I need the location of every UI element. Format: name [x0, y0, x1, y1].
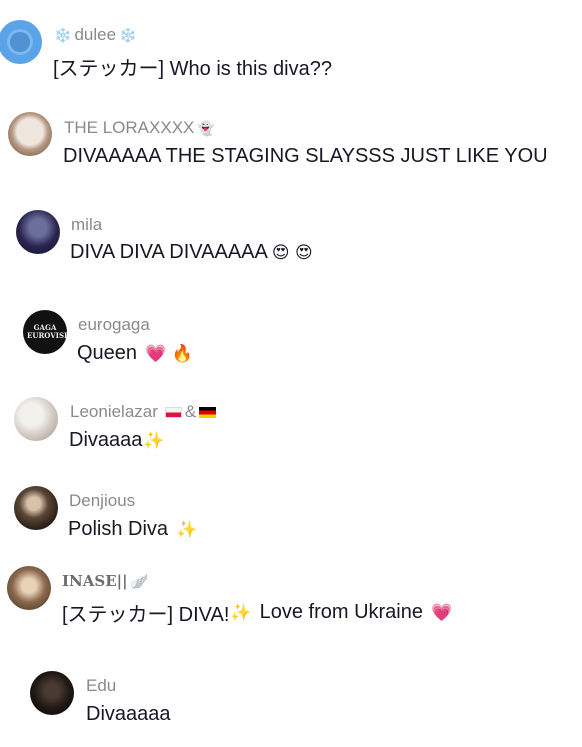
comment-text: DIVA DIVA DIVAAAAA 😍 😍	[70, 241, 313, 264]
default-avatar-icon	[7, 29, 33, 55]
poland-flag-icon	[164, 406, 182, 418]
comment-text: [ステッカー] Who is this diva??	[53, 52, 332, 81]
avatar[interactable]: GAGA EUROVISION	[23, 310, 67, 354]
comment-username[interactable]: Edu	[86, 676, 116, 696]
username-label: eurogaga	[78, 315, 150, 334]
comment-username[interactable]: ❄️ dulee ❄️	[54, 25, 136, 45]
avatar[interactable]	[7, 566, 51, 610]
comment-username[interactable]: Denjious	[69, 491, 135, 511]
comment-text-label: [ステッカー] Who is this diva??	[53, 58, 332, 80]
germany-flag-icon	[199, 406, 217, 418]
avatar[interactable]	[8, 112, 52, 156]
sparkles-emoji: ✨	[176, 519, 198, 540]
comment-text-label: Queen	[77, 342, 138, 364]
username-label: dulee	[74, 25, 117, 44]
comment-text-label: Divaaaa	[69, 429, 143, 451]
sparkles-emoji: ✨	[230, 602, 252, 623]
comment-text: [ステッカー] DIVA! ✨ Love from Ukraine 💗	[62, 598, 452, 627]
comment-username[interactable]: Leonielazar &	[70, 402, 217, 422]
comment-username[interactable]: mila	[71, 215, 102, 235]
snowflake-icon: ❄️	[54, 27, 72, 43]
comment-text-label: [ステッカー] DIVA!	[62, 604, 230, 626]
username-label: Denjious	[69, 491, 136, 510]
comment-text-label: DIVA DIVA DIVAAAAA	[70, 241, 268, 263]
comment-text: Queen 💗 🔥	[77, 342, 193, 365]
avatar-text: GAGA EUROVISION	[27, 323, 67, 340]
heart-emoji: 💗	[431, 602, 453, 623]
username-label: Leonielazar	[70, 402, 158, 421]
comment-text: DIVAAAAA THE STAGING SLAYSSS JUST LIKE Y…	[63, 145, 548, 168]
username-label: THE LORAXXXX	[64, 118, 195, 137]
heart-fire-emoji: 💗 🔥	[145, 343, 193, 364]
comment-text: Divaaaa ✨	[69, 429, 165, 452]
comment-username[interactable]: INASE|| 🪽	[62, 572, 148, 590]
username-label: INASE||	[62, 572, 128, 590]
comment-text-continuation: Love from Ukraine	[259, 601, 423, 623]
comment-text-label: Polish Diva	[68, 518, 169, 540]
username-ampersand: &	[184, 402, 197, 421]
username-label: Edu	[86, 676, 117, 695]
comment-text-label: DIVAAAAA THE STAGING SLAYSSS JUST LIKE Y…	[63, 145, 548, 167]
comment-text: Polish Diva ✨	[68, 518, 197, 541]
comment-text: Divaaaaa	[86, 703, 171, 726]
avatar[interactable]	[0, 20, 42, 64]
comment-username[interactable]: eurogaga	[78, 315, 150, 335]
avatar[interactable]	[16, 210, 60, 254]
avatar[interactable]	[30, 671, 74, 715]
avatar[interactable]	[14, 486, 58, 530]
heart-eyes-emoji: 😍 😍	[271, 242, 313, 263]
ghost-icon: 👻	[197, 120, 215, 136]
username-label: mila	[71, 215, 103, 234]
comment-username[interactable]: THE LORAXXXX 👻	[64, 118, 215, 138]
avatar[interactable]	[14, 397, 58, 441]
sparkles-emoji: ✨	[143, 430, 165, 451]
snowflake-icon: ❄️	[119, 27, 137, 43]
wing-icon: 🪽	[130, 573, 148, 589]
comment-text-label: Divaaaaa	[86, 703, 171, 725]
